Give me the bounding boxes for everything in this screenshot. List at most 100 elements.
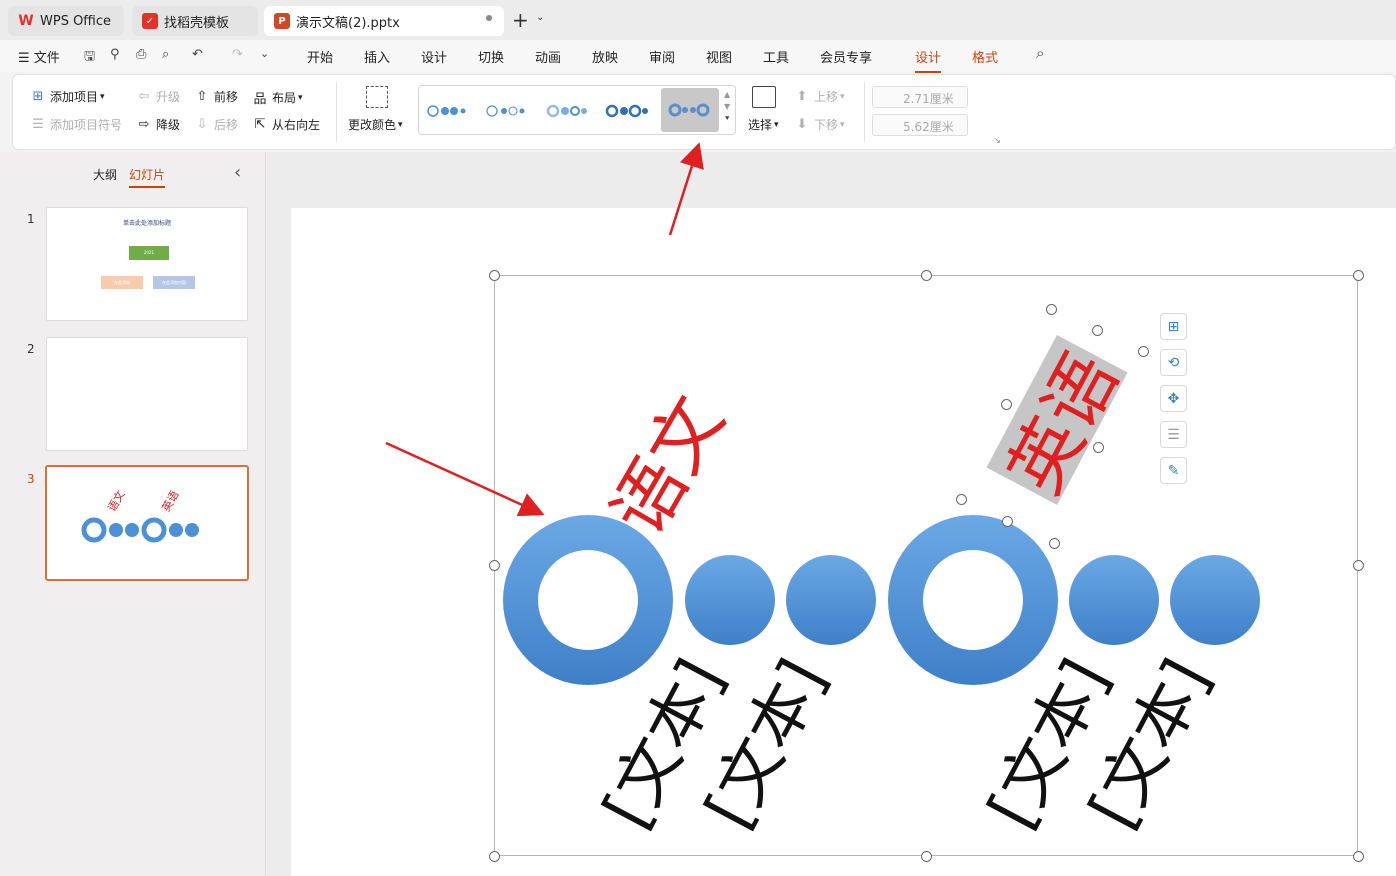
text-pane-icon[interactable]: ☰ (1160, 421, 1187, 448)
undo-icon[interactable]: ↶ (192, 47, 203, 62)
text-box-handle[interactable] (1002, 516, 1013, 527)
bring-forward-label: 上移 (814, 90, 839, 104)
tab-list-chevron-icon[interactable]: ⌄ (536, 12, 544, 23)
move-up-button[interactable]: ⇧ 前移 (194, 88, 238, 105)
menu-start[interactable]: 开始 (307, 47, 333, 66)
menu-insert[interactable]: 插入 (364, 47, 390, 66)
quick-access-chevron-icon[interactable]: ⌄ (260, 47, 269, 60)
dot-node-2[interactable] (786, 555, 876, 645)
slide-number: 3 (27, 472, 35, 486)
send-backward-button[interactable]: ⬇ 下移 ▾ (794, 116, 845, 133)
new-tab-button[interactable]: + (512, 8, 529, 32)
style-option-1[interactable] (421, 87, 477, 131)
thumb-diagram (81, 517, 199, 543)
redo-icon[interactable]: ↷ (232, 47, 243, 62)
style-option-3[interactable] (539, 87, 595, 131)
text-box-handle[interactable] (1046, 304, 1057, 315)
resize-handle[interactable] (1353, 560, 1364, 571)
menu-smartart-design[interactable]: 设计 (915, 47, 942, 73)
menu-view[interactable]: 视图 (706, 47, 732, 66)
menu-tools[interactable]: 工具 (763, 47, 789, 66)
text-box-handle[interactable] (1138, 346, 1149, 357)
text-box-handle[interactable] (1092, 325, 1103, 336)
menu-slideshow[interactable]: 放映 (592, 47, 618, 66)
tab-wps-home[interactable]: W WPS Office (8, 6, 124, 36)
search-icon[interactable]: ⌕ (1036, 44, 1044, 62)
text-box-handle[interactable] (1049, 538, 1060, 549)
text-box-handle[interactable] (1001, 399, 1012, 410)
add-bullet-button[interactable]: ☰ 添加项目符号 (30, 116, 122, 133)
divider (864, 82, 865, 142)
change-color-icon[interactable] (366, 86, 388, 108)
tab-document[interactable]: P 演示文稿(2).pptx (264, 6, 504, 36)
style-preview-icon (668, 103, 710, 117)
gallery-scroll-buttons[interactable]: ▲ ▼ ⯆ (724, 89, 730, 125)
divider (336, 82, 337, 142)
slide-thumbnail-3-selected[interactable]: 语文 英语 (45, 465, 249, 581)
text-box-handle[interactable] (956, 494, 967, 505)
dot-node-3[interactable] (1069, 555, 1159, 645)
demote-label: 降级 (156, 118, 181, 132)
ppt-file-icon: P (274, 13, 290, 29)
style-option-5-selected[interactable] (661, 88, 719, 132)
width-field[interactable]: 5.62厘米 (872, 114, 968, 136)
resize-handle[interactable] (921, 270, 932, 281)
collapse-panel-icon[interactable]: ‹ (234, 162, 241, 183)
menu-membership[interactable]: 会员专享 (820, 47, 872, 66)
style-option-2[interactable] (480, 87, 536, 131)
thumb-title: 单击此处添加标题 (122, 220, 171, 227)
menu-animation[interactable]: 动画 (535, 47, 561, 66)
menu-transition[interactable]: 切换 (478, 47, 504, 66)
select-button[interactable]: 选择 ▾ (748, 116, 779, 133)
annotation-arrows (385, 142, 704, 517)
bring-forward-button[interactable]: ⬆ 上移 ▾ (794, 88, 845, 105)
text-box-handle[interactable] (1093, 442, 1104, 453)
tab-outline[interactable]: 大纲 (93, 166, 117, 183)
height-field[interactable]: 2.71厘米 (872, 86, 968, 108)
resize-handle[interactable] (1353, 270, 1364, 281)
chevron-down-icon: ▾ (840, 91, 845, 102)
tab-wps-label: WPS Office (40, 13, 112, 29)
print-preview-icon[interactable]: ⌕ (162, 47, 169, 62)
style-preview-icon (546, 104, 587, 118)
resize-handle[interactable] (1353, 851, 1364, 862)
gallery-more-icon[interactable]: ⯆ (724, 113, 730, 125)
resize-handle[interactable] (489, 851, 500, 862)
layout-label: 布局 (272, 91, 297, 105)
tab-template[interactable]: ✓ 找稻壳模板 (132, 6, 258, 36)
save-icon[interactable]: 🖫 (84, 47, 95, 69)
rtl-button[interactable]: ⇱ 从右向左 (252, 116, 320, 133)
demote-button[interactable]: ⇨ 降级 (136, 116, 180, 133)
style-option-4[interactable] (598, 87, 654, 131)
print-icon[interactable]: ⎙ (136, 47, 146, 62)
add-shape-icon[interactable]: ⊞ (1160, 313, 1187, 340)
format-painter-icon[interactable]: ✎ (1160, 457, 1187, 484)
gallery-down-icon[interactable]: ▼ (724, 101, 730, 113)
menu-review[interactable]: 审阅 (649, 47, 675, 66)
change-color-button[interactable]: 更改颜色 ▾ (348, 116, 403, 133)
file-menu[interactable]: ☰ 文件 (18, 47, 60, 66)
dot-node-1[interactable] (685, 555, 775, 645)
slide-thumbnail-2[interactable] (46, 337, 248, 451)
chevron-down-icon: ▾ (298, 92, 303, 103)
slide-thumbnail-1[interactable]: 单击此处添加标题 2021 在此添加 在此添加内容 (46, 207, 248, 321)
tab-slides[interactable]: 幻灯片 (129, 166, 166, 188)
select-pane-icon[interactable] (752, 86, 776, 108)
unsaved-dot-icon[interactable] (486, 15, 492, 21)
gallery-up-icon[interactable]: ▲ (724, 89, 730, 101)
layout-options-icon[interactable]: ⟲ (1160, 349, 1187, 376)
menu-design[interactable]: 设计 (421, 47, 447, 66)
add-item-button[interactable]: ⊞ 添加项目 ▾ (30, 88, 105, 105)
move-icon[interactable]: ✥ (1160, 385, 1187, 412)
menu-format[interactable]: 格式 (972, 47, 998, 66)
share-icon[interactable]: ⚲ (110, 47, 120, 62)
dot-node-4[interactable] (1170, 555, 1260, 645)
layout-button[interactable]: 品 布局 ▾ (252, 88, 303, 107)
move-down-button[interactable]: ⇩ 后移 (194, 116, 238, 133)
promote-button[interactable]: ⇦ 升级 (136, 88, 180, 105)
thumb-right-box: 在此添加内容 (153, 276, 195, 289)
hamburger-icon: ☰ (18, 51, 30, 66)
dialog-launcher-icon[interactable]: ↘ (994, 136, 1001, 145)
resize-handle[interactable] (921, 851, 932, 862)
chevron-down-icon: ▾ (100, 91, 105, 102)
